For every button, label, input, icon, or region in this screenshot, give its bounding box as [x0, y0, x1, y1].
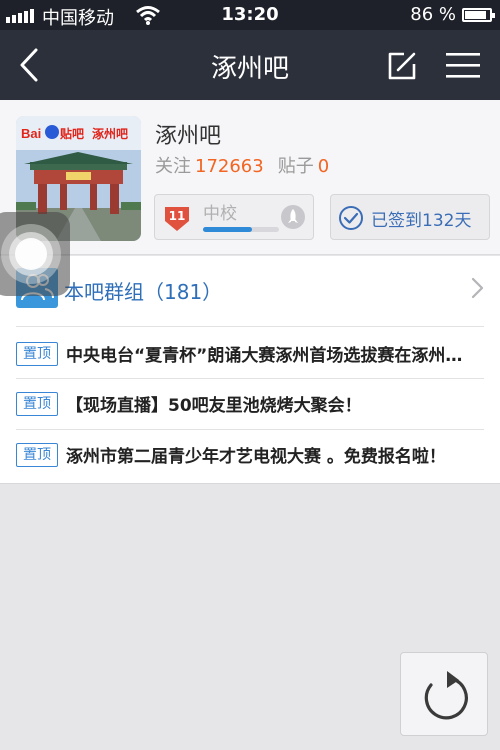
rocket-icon — [281, 205, 305, 229]
compose-icon — [388, 52, 416, 80]
pinned-tag: 置顶 — [16, 342, 58, 366]
group-entry[interactable]: 本吧群组（181） — [0, 256, 500, 326]
level-progress-bar — [203, 227, 279, 232]
divider — [16, 326, 484, 327]
menu-button[interactable] — [444, 50, 482, 80]
back-icon — [20, 48, 38, 82]
refresh-button[interactable] — [400, 652, 488, 736]
check-circle-icon — [339, 206, 363, 230]
pinned-tag: 置顶 — [16, 392, 58, 416]
assistive-touch-icon[interactable] — [0, 212, 70, 296]
signin-label: 已签到132天 — [371, 211, 472, 231]
pinned-post-title: 【现场直播】50吧友里池烧烤大聚会！ — [66, 396, 362, 416]
forum-stats: 关注 172663 贴子 0 — [155, 152, 329, 178]
posts-count: 0 — [317, 156, 330, 177]
pinned-tag: 置顶 — [16, 443, 58, 467]
follow-label: 关注 — [155, 156, 191, 177]
pinned-post[interactable]: 置顶 【现场直播】50吧友里池烧烤大聚会！ — [0, 378, 500, 430]
level-name: 中校 — [203, 204, 237, 224]
pinned-post[interactable]: 置顶 中央电台“夏青杯”朗诵大赛涿州首场选拔赛在涿州… — [0, 328, 500, 380]
group-label: 本吧群组（181） — [64, 280, 223, 304]
back-button[interactable] — [14, 46, 50, 84]
battery-percent: 86 % — [410, 4, 456, 25]
nav-bar: 涿州吧 — [0, 30, 500, 100]
signin-status: 已签到132天 — [330, 194, 490, 240]
level-badge-icon: 11 — [164, 206, 190, 232]
forum-list: 本吧群组（181） 置顶 中央电台“夏青杯”朗诵大赛涿州首场选拔赛在涿州… 置顶… — [0, 256, 500, 484]
member-level[interactable]: 11 中校 — [154, 194, 314, 240]
forum-name: 涿州吧 — [155, 124, 222, 149]
level-number: 11 — [168, 209, 186, 223]
forum-header: Bai 贴吧 涿州吧 涿州吧 关注 172663 贴子 0 11 中校 已签到1… — [0, 100, 500, 255]
page-title: 涿州吧 — [210, 54, 289, 84]
status-bar: 中国移动 13:20 86 % — [0, 0, 500, 30]
refresh-icon — [424, 671, 468, 720]
follow-count: 172663 — [195, 156, 264, 177]
svg-text:涿州吧: 涿州吧 — [92, 126, 128, 141]
menu-icon — [446, 53, 480, 78]
posts-label: 贴子 — [277, 156, 314, 177]
pinned-post-title: 涿州市第二届青少年才艺电视大赛 。免费报名啦！ — [66, 447, 446, 467]
battery-icon — [462, 8, 495, 22]
svg-text:贴吧: 贴吧 — [60, 126, 84, 141]
pinned-post-title: 中央电台“夏青杯”朗诵大赛涿州首场选拔赛在涿州… — [66, 346, 463, 366]
compose-button[interactable] — [384, 48, 420, 84]
svg-text:Bai: Bai — [21, 126, 41, 141]
chevron-right-icon — [471, 277, 484, 299]
pinned-post[interactable]: 置顶 涿州市第二届青少年才艺电视大赛 。免费报名啦！ — [0, 429, 500, 481]
